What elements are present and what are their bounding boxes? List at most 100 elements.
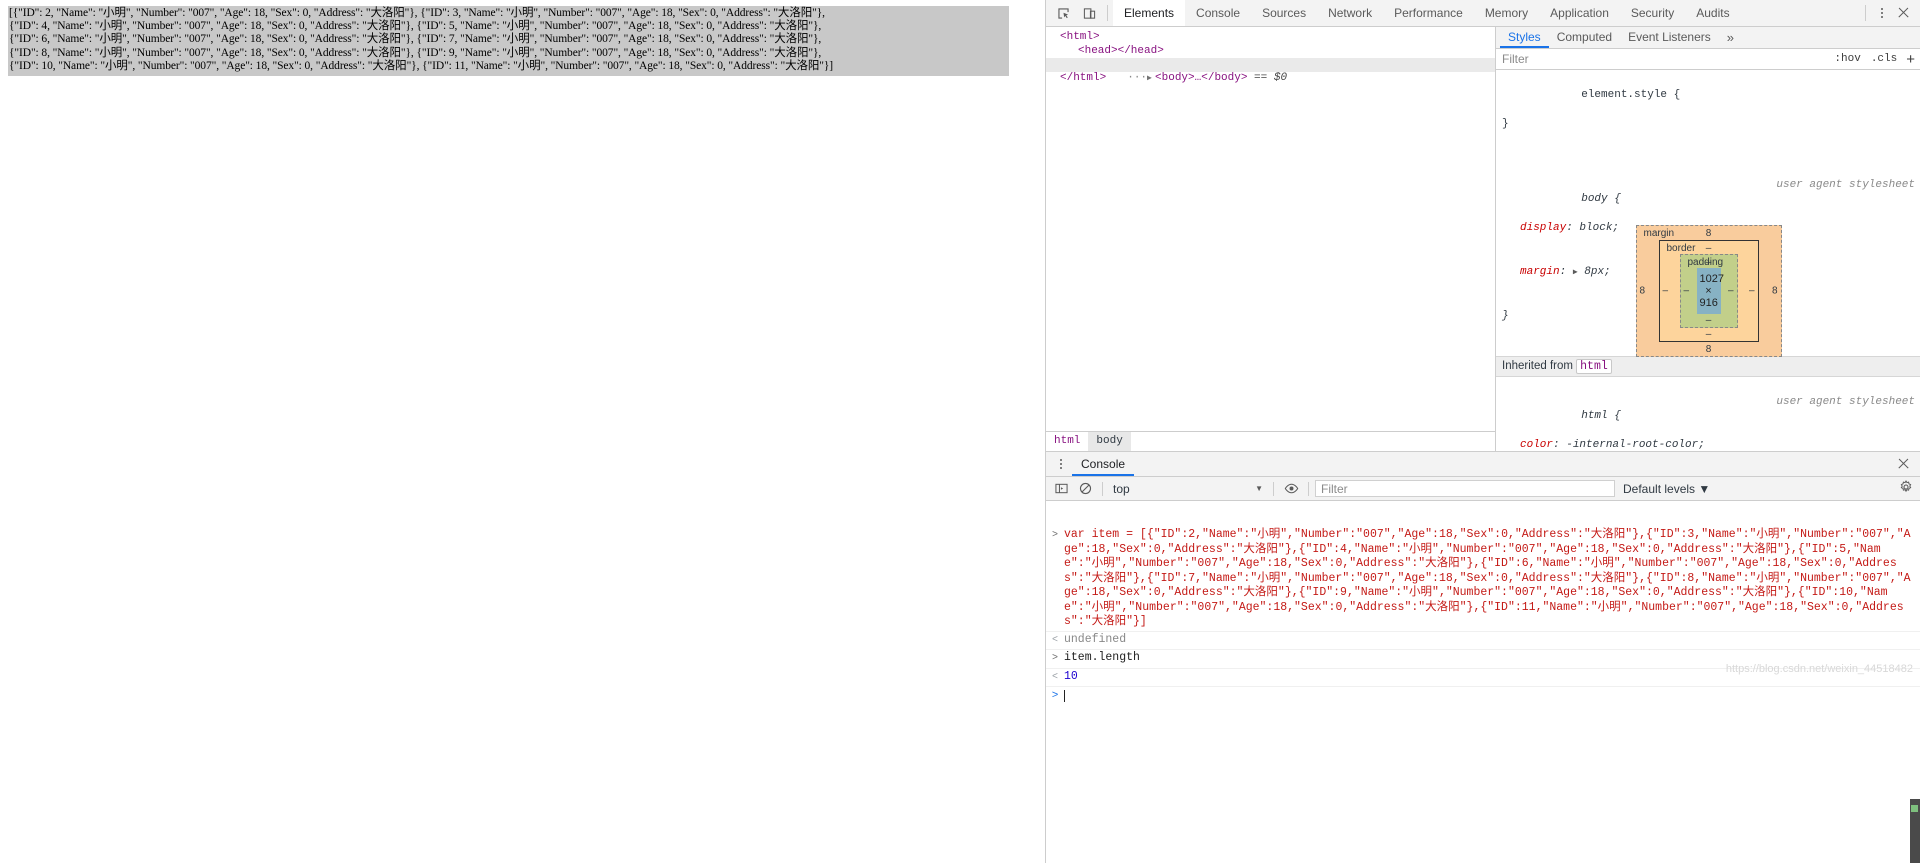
box-model-padding-top[interactable]: – — [1681, 257, 1737, 268]
inherited-from-label: Inherited from — [1502, 359, 1573, 372]
elements-tree-pane: <html> <head></head> ···▶ <body>…</body> … — [1046, 27, 1496, 451]
breadcrumb-item-html[interactable]: html — [1046, 432, 1088, 451]
style-rule-selector: body { — [1581, 193, 1621, 205]
console-prompt[interactable]: > — [1046, 687, 1920, 706]
style-declaration[interactable]: color: -internal-root-color; — [1502, 438, 1920, 451]
new-style-rule-button[interactable]: + — [1902, 52, 1920, 67]
tab-network[interactable]: Network — [1317, 0, 1383, 26]
screenshot-root: [{"ID": 2, "Name": "小明", "Number": "007"… — [0, 0, 1920, 863]
box-model-margin[interactable]: margin 8 8 8 8 border – – – – padding – — [1635, 225, 1782, 357]
console-message-input[interactable]: > var item = [{"ID":2,"Name":"小明","Numbe… — [1046, 527, 1920, 632]
toolbar-divider-right — [1865, 5, 1866, 21]
box-model-border-right[interactable]: – — [1749, 286, 1755, 297]
page-json-output: [{"ID": 2, "Name": "小明", "Number": "007"… — [8, 6, 1009, 76]
console-input-marker: > — [1051, 653, 1058, 664]
inherited-from-tag[interactable]: html — [1576, 358, 1612, 374]
box-model-margin-bottom[interactable]: 8 — [1637, 344, 1781, 355]
console-filter-input[interactable] — [1315, 480, 1615, 497]
hov-toggle-button[interactable]: :hov — [1829, 53, 1865, 65]
box-model-padding-bottom[interactable]: – — [1681, 315, 1737, 326]
box-model-border-bottom[interactable]: – — [1660, 329, 1758, 340]
drawer-tabbar: Console — [1046, 452, 1920, 477]
clear-console-icon[interactable] — [1074, 478, 1096, 500]
console-toolbar-divider — [1102, 481, 1103, 496]
tab-performance[interactable]: Performance — [1383, 0, 1474, 26]
dom-tree[interactable]: <html> <head></head> ···▶ <body>…</body> … — [1046, 27, 1495, 85]
drawer-tab-console[interactable]: Console — [1072, 452, 1135, 476]
dom-node-text: <head></head> — [1078, 44, 1164, 57]
box-model-margin-top[interactable]: 8 — [1637, 228, 1781, 239]
browser-page-content: [{"ID": 2, "Name": "小明", "Number": "007"… — [0, 0, 1045, 863]
device-toolbar-icon[interactable] — [1076, 0, 1102, 26]
devtools-panel: Elements Console Sources Network Perform… — [1045, 0, 1920, 863]
console-context-value: top — [1113, 481, 1130, 496]
watermark-text: https://blog.csdn.net/weixin_44518482 — [1725, 663, 1913, 675]
scrollbar-edge-strip[interactable] — [1910, 799, 1920, 863]
chevron-down-icon: ▼ — [1698, 481, 1711, 496]
dom-node-html-open[interactable]: <html> — [1046, 31, 1495, 45]
drawer-close-wrap — [1893, 453, 1920, 475]
box-model-margin-left[interactable]: 8 — [1640, 286, 1646, 297]
cls-toggle-button[interactable]: .cls — [1866, 53, 1902, 65]
tab-elements[interactable]: Elements — [1113, 0, 1186, 26]
dom-node-head[interactable]: <head></head> — [1046, 45, 1495, 59]
style-rule-source: user agent stylesheet — [1776, 395, 1915, 408]
console-log-levels-selector[interactable]: Default levels ▼ — [1617, 482, 1716, 496]
console-output: > var item = [{"ID":2,"Name":"小明","Numbe… — [1046, 527, 1920, 863]
styles-filter-input[interactable] — [1496, 48, 1830, 70]
styles-filter-bar: :hov .cls + — [1496, 48, 1920, 70]
tab-security[interactable]: Security — [1620, 0, 1685, 26]
inspect-element-icon[interactable] — [1050, 0, 1076, 26]
tab-console[interactable]: Console — [1185, 0, 1251, 26]
tab-sources[interactable]: Sources — [1251, 0, 1317, 26]
expand-triangle-icon[interactable]: ▶ — [1147, 72, 1155, 86]
more-options-icon[interactable] — [1871, 2, 1893, 24]
box-model-margin-right[interactable]: 8 — [1772, 286, 1778, 297]
live-expression-icon[interactable] — [1280, 478, 1302, 500]
style-rule-element-style[interactable]: element.style { } — [1496, 73, 1920, 160]
breadcrumb-item-body[interactable]: body — [1088, 432, 1131, 451]
styles-tabbar: Styles Computed Event Listeners » — [1496, 27, 1920, 49]
console-message-text: var item = [{"ID":2,"Name":"小明","Number"… — [1064, 528, 1911, 628]
style-rule-selector: element.style { — [1581, 88, 1681, 101]
dom-node-text: </html> — [1060, 71, 1107, 84]
tab-event-listeners[interactable]: Event Listeners — [1620, 27, 1719, 48]
style-rule-html[interactable]: user agent stylesheet html { color: -int… — [1496, 380, 1920, 452]
toolbar-divider — [1107, 5, 1108, 21]
box-model-padding-left[interactable]: – — [1684, 286, 1690, 297]
close-drawer-icon[interactable] — [1893, 453, 1915, 475]
dom-node-text: <html> — [1060, 31, 1100, 43]
box-model-border-top[interactable]: – — [1660, 243, 1758, 254]
console-message-result[interactable]: < undefined — [1046, 632, 1920, 650]
box-model-padding-right[interactable]: – — [1728, 286, 1734, 297]
tab-audits[interactable]: Audits — [1685, 0, 1740, 26]
console-context-selector[interactable]: top ▼ — [1109, 482, 1267, 496]
breadcrumb: html body — [1046, 431, 1495, 451]
devtools-tabbar: Elements Console Sources Network Perform… — [1046, 0, 1920, 27]
console-drawer: Console top ▼ Filter Default levels ▼ > … — [1046, 451, 1920, 863]
dom-node-body[interactable]: ···▶ <body>…</body> == $0 — [1046, 58, 1495, 84]
devtools-tabbar-actions — [1860, 2, 1920, 24]
console-prompt-cursor — [1064, 690, 1065, 703]
console-settings-icon[interactable] — [1899, 480, 1917, 497]
console-toolbar-divider-3 — [1308, 481, 1309, 496]
style-rule-source: user agent stylesheet — [1776, 178, 1915, 191]
edge-indicator — [1911, 805, 1918, 812]
console-sidebar-icon[interactable] — [1050, 478, 1072, 500]
console-output-marker: < — [1051, 634, 1058, 646]
box-model-padding[interactable]: padding – – – – 1027 × 916 — [1679, 254, 1738, 328]
tab-application[interactable]: Application — [1539, 0, 1620, 26]
style-prop-value: -internal-root-color; — [1566, 439, 1705, 451]
tab-memory[interactable]: Memory — [1474, 0, 1539, 26]
tab-styles[interactable]: Styles — [1500, 27, 1549, 48]
box-model-border-left[interactable]: – — [1663, 286, 1669, 297]
console-toolbar-divider-2 — [1273, 481, 1274, 496]
close-devtools-icon[interactable] — [1893, 2, 1915, 24]
style-rule-close: } — [1502, 117, 1509, 130]
box-model-border[interactable]: border – – – – padding – – – – 1027 × 91… — [1658, 240, 1759, 342]
box-model-content[interactable]: 1027 × 916 — [1696, 268, 1724, 314]
console-log-levels-value: Default levels — [1623, 481, 1696, 496]
drawer-menu-icon[interactable] — [1050, 453, 1072, 475]
tab-computed[interactable]: Computed — [1549, 27, 1620, 48]
chevron-right-more-icon[interactable]: » — [1719, 27, 1742, 48]
